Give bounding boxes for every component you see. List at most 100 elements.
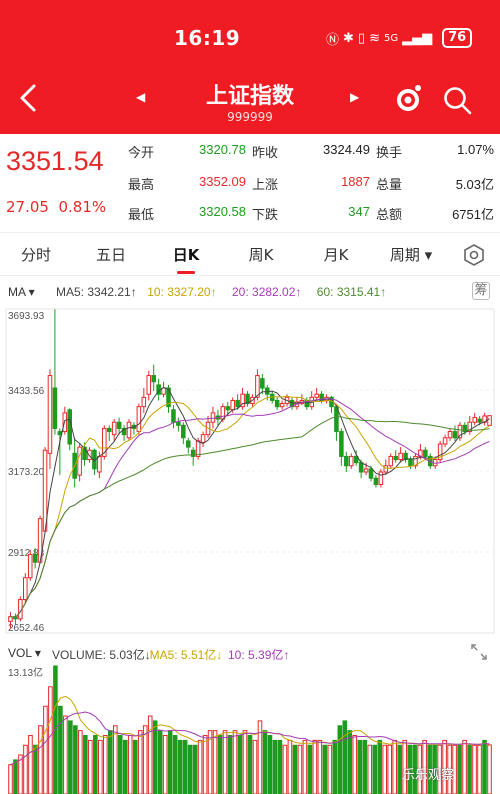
candle: [344, 455, 349, 467]
ma-legend: MA ▾ MA5: 3342.21↑ 10: 3327.20↑ 20: 3282.0…: [0, 281, 500, 303]
volume-bar: [78, 730, 83, 794]
volume-bar: [472, 744, 477, 794]
volume-bar: [127, 735, 133, 794]
volume-bar: [177, 739, 183, 794]
wifi-icon: ≋: [369, 30, 380, 46]
candle: [348, 455, 354, 467]
candle: [126, 421, 132, 439]
volume-bar: [167, 730, 173, 794]
status-icons: Ⓝ ✱ ▯ ≋ 5G ▂▄▆ 76: [326, 28, 473, 48]
network-type: 5G: [383, 32, 399, 44]
volume-bar: [182, 739, 188, 794]
candle: [378, 471, 384, 485]
candle: [363, 468, 369, 473]
legend-value: 10: 5.39亿↑: [228, 648, 290, 662]
candle: [27, 553, 33, 579]
candle: [472, 417, 477, 423]
search-icon[interactable]: [441, 84, 473, 116]
tab-item[interactable]: 月K: [311, 244, 361, 265]
candle: [151, 375, 156, 383]
legend-value: MA5: 5.51亿↓: [149, 648, 223, 662]
candle: [368, 468, 374, 479]
stock-code: 999999: [227, 110, 273, 124]
settings-icon[interactable]: [462, 243, 486, 267]
tab-item[interactable]: 日K: [161, 244, 211, 265]
stat-label: 今开: [128, 146, 155, 161]
vol-max-label: 13.13亿: [8, 666, 43, 679]
stat-label: 最高: [128, 178, 155, 193]
last-price: 3351.54: [6, 146, 104, 176]
candle: [111, 421, 117, 436]
volume-bar: [13, 759, 18, 794]
expand-icon[interactable]: [470, 643, 488, 661]
volume-bar: [227, 735, 233, 794]
volume-bar: [457, 744, 462, 794]
volume-bar: [73, 725, 78, 794]
volume-bar: [292, 744, 298, 794]
tab-item[interactable]: 分时: [11, 244, 61, 265]
volume-bar: [172, 735, 178, 794]
volume-bar: [322, 744, 328, 794]
vol-type-selector[interactable]: VOL ▾: [8, 646, 41, 660]
status-bar: 16:19 Ⓝ ✱ ▯ ≋ 5G ▂▄▆ 76: [0, 24, 500, 54]
chip-distribution-button[interactable]: 筹: [472, 282, 490, 300]
volume-bar: [377, 739, 383, 794]
stat-value: 3320.58: [199, 204, 246, 219]
legend-value: VOLUME: 5.03亿↓: [52, 648, 151, 662]
volume-bar: [33, 744, 38, 794]
app-header: 16:19 Ⓝ ✱ ▯ ≋ 5G ▂▄▆ 76 ◀ 上证指数 999999 ▶: [0, 0, 500, 134]
candle: [398, 452, 403, 461]
volume-bar: [192, 744, 198, 794]
vibrate-icon: ▯: [357, 30, 366, 46]
assistant-icon[interactable]: [392, 82, 424, 114]
candle: [32, 553, 38, 563]
stat-value: 3320.78: [199, 142, 246, 157]
volume-bar: [197, 739, 203, 794]
clock: 16:19: [174, 26, 241, 50]
quote-panel: 3351.54 27.05 0.81% 今开 3320.78 昨收 3324.49 换手…: [0, 134, 500, 232]
tab-item[interactable]: 周K: [236, 244, 286, 265]
stat-label: 总量: [376, 178, 403, 193]
volume-bar: [387, 744, 393, 794]
volume-bar: [462, 739, 467, 794]
volume-bar: [282, 744, 288, 794]
vol-type-label: VOL: [8, 646, 32, 660]
stat-value: 5.03亿: [455, 177, 494, 192]
back-icon[interactable]: [14, 82, 42, 114]
stat-value: 6751亿: [452, 207, 494, 222]
price-change: 27.05 0.81%: [6, 198, 106, 216]
tab-item[interactable]: 周期 ▾: [386, 244, 436, 265]
ma-type-label: MA: [8, 285, 26, 299]
candle: [447, 431, 453, 439]
volume-bar: [347, 730, 353, 794]
volume-bar: [122, 739, 128, 794]
candle: [181, 424, 186, 439]
volume-bar: [152, 720, 158, 794]
tab-item[interactable]: 五日: [86, 244, 136, 265]
candle: [210, 412, 216, 423]
stat-value: 1.07%: [457, 142, 494, 157]
candle: [225, 406, 231, 411]
volume-bar: [117, 735, 123, 794]
volume-bar: [212, 730, 218, 794]
candle: [408, 459, 413, 467]
candle: [190, 449, 196, 457]
candle: [171, 409, 176, 423]
next-stock-icon[interactable]: ▶: [350, 90, 364, 108]
volume-bar: [302, 739, 308, 794]
candle: [23, 577, 28, 601]
change-amount: 27.05: [6, 198, 49, 216]
volume-bar: [297, 744, 303, 794]
volume-bar: [38, 725, 43, 794]
candle: [383, 465, 389, 473]
candlestick-chart[interactable]: 3693.933433.563173.202912.832652.46: [0, 303, 500, 639]
volume-bar: [242, 730, 248, 794]
ma-type-selector[interactable]: MA ▾: [8, 285, 35, 299]
candle: [77, 446, 82, 476]
stock-title: 上证指数: [205, 84, 294, 109]
candle: [442, 437, 448, 445]
candle: [339, 431, 344, 457]
previous-stock-icon[interactable]: ◀: [136, 90, 150, 108]
volume-bar: [467, 744, 472, 794]
volume-bar: [43, 705, 48, 794]
